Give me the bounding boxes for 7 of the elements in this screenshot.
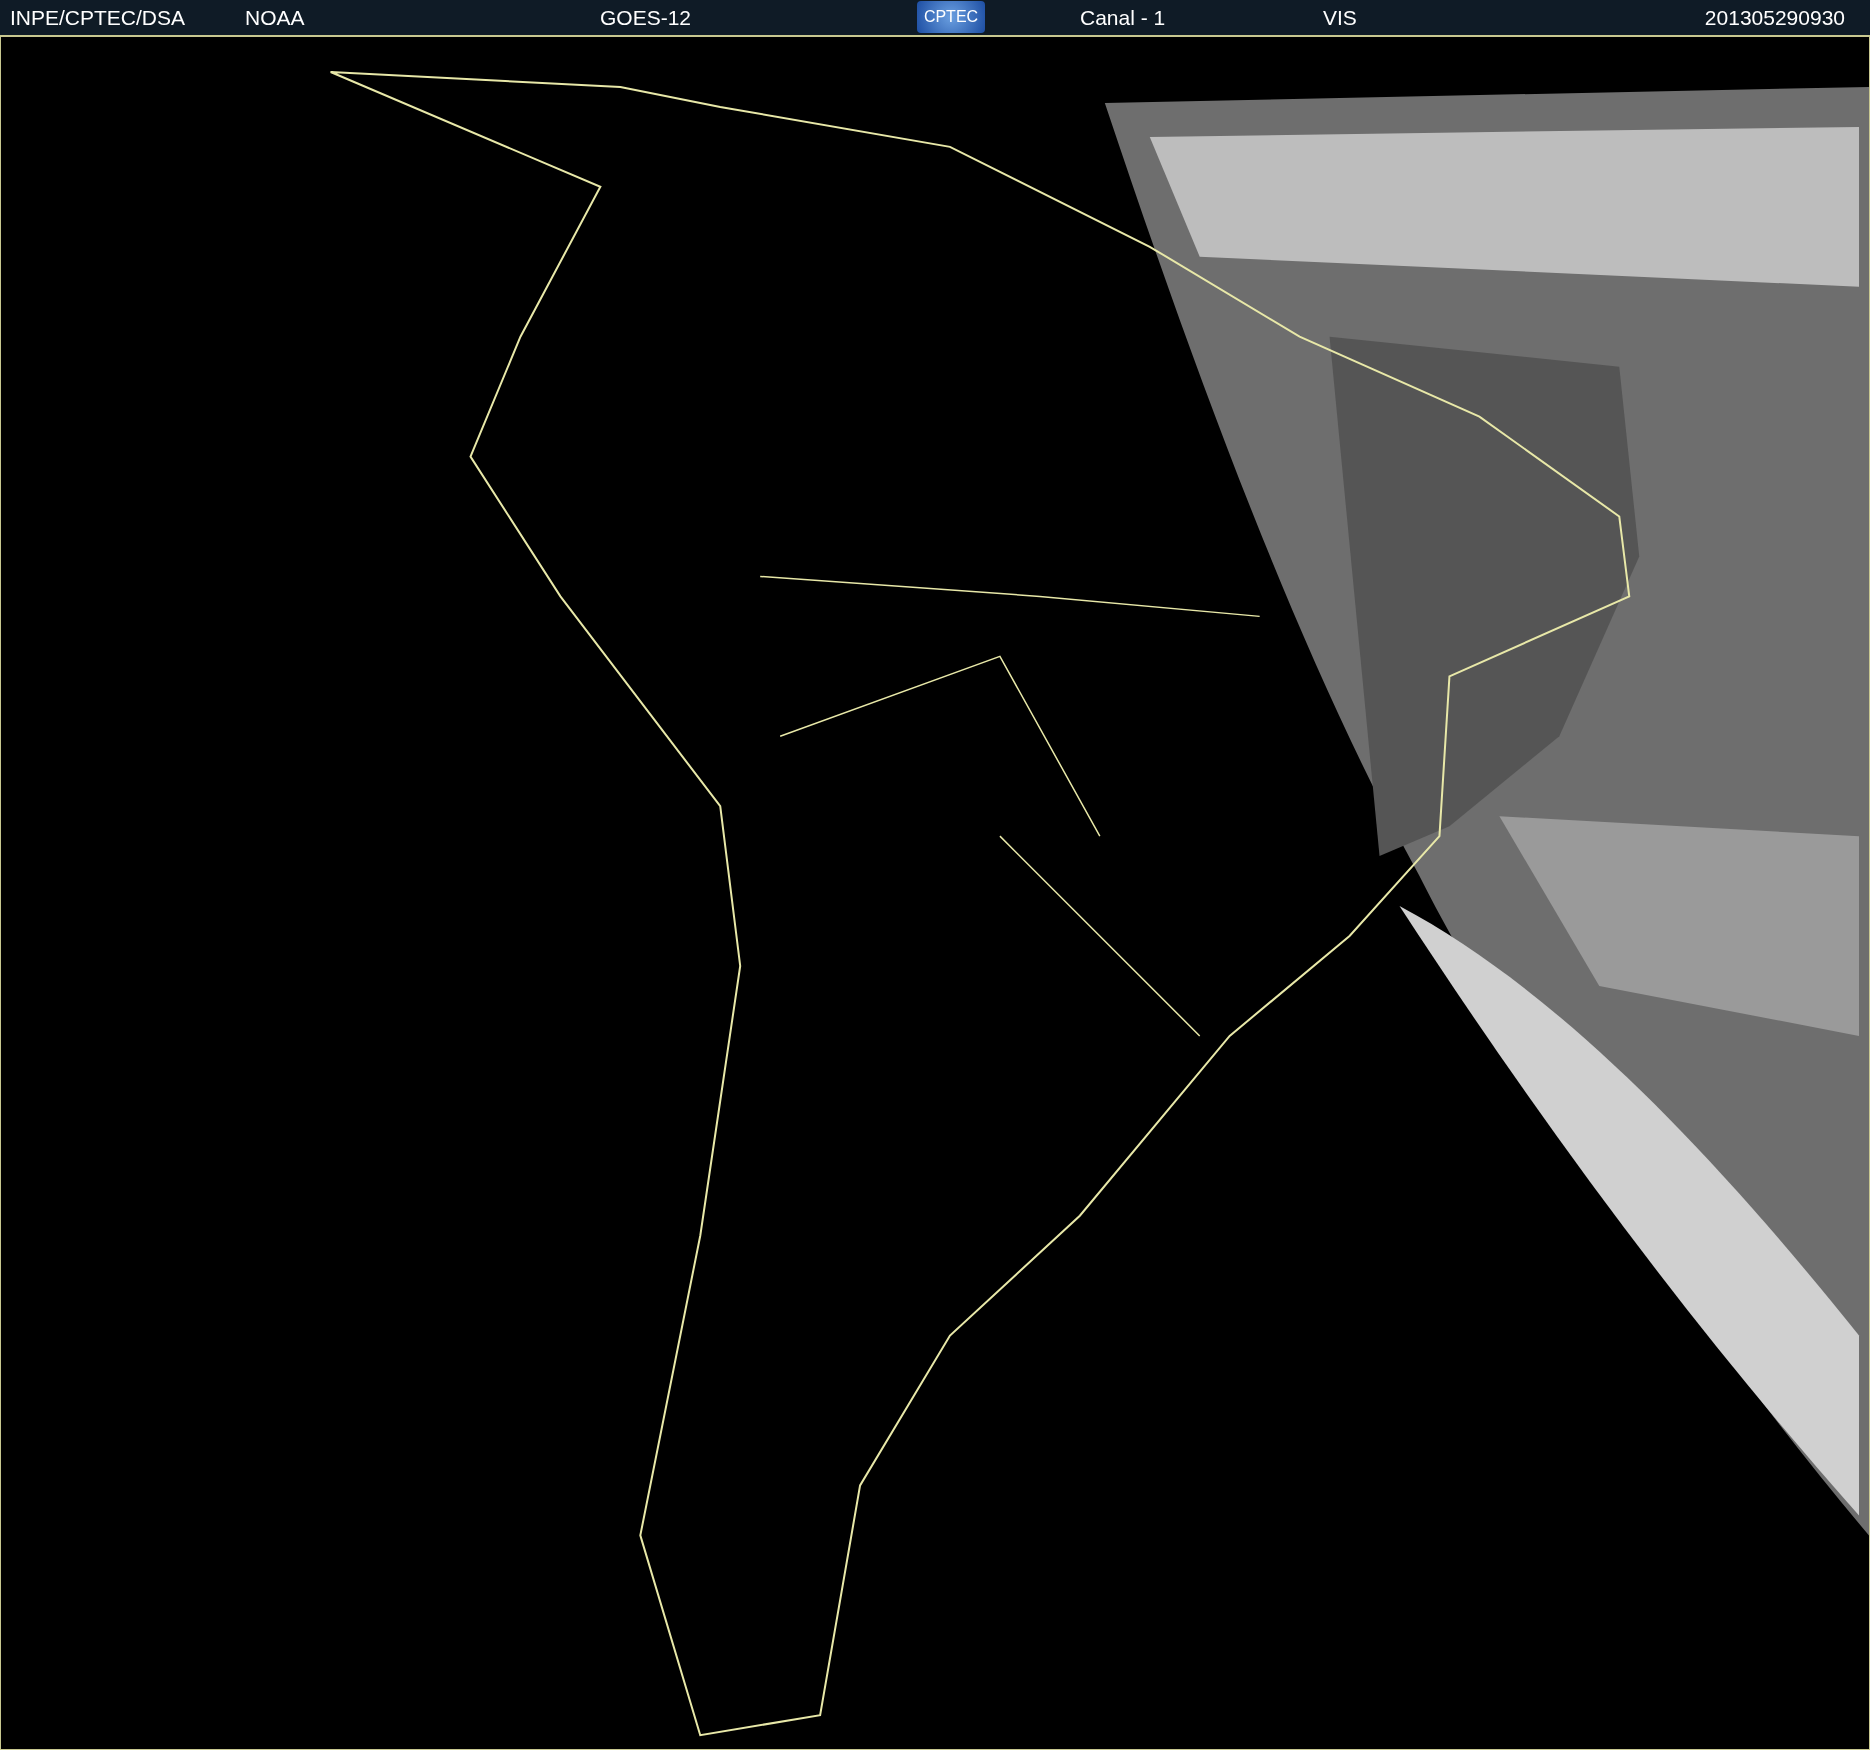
header-label: GOES-12 bbox=[600, 5, 692, 29]
header-label: VIS bbox=[1323, 5, 1357, 29]
header-label: NOAA bbox=[245, 5, 305, 29]
header-label: INPE/CPTEC/DSA bbox=[10, 5, 186, 29]
logo: CPTEC bbox=[917, 1, 985, 34]
header-label: Canal - 1 bbox=[1080, 5, 1166, 29]
header-label: 201305290930 bbox=[1704, 5, 1845, 29]
